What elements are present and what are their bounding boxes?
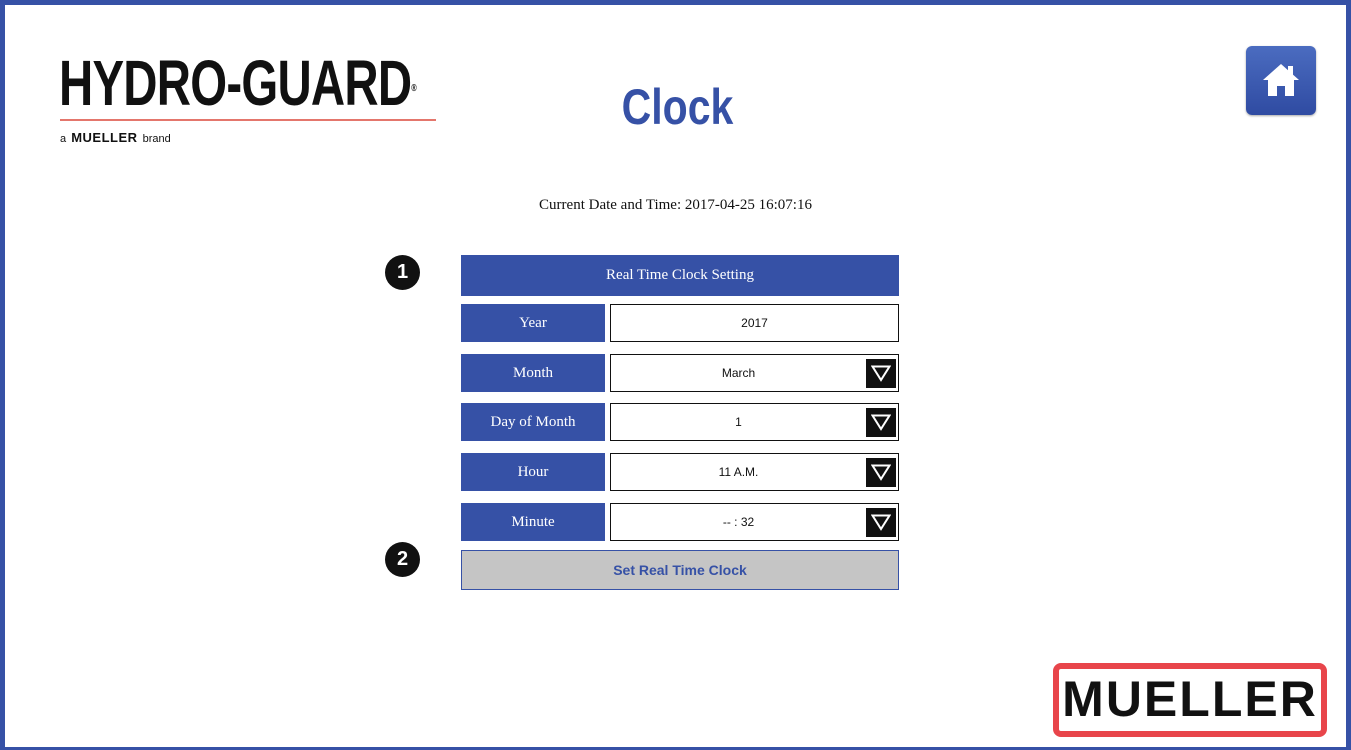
callout-badge-1: 1 xyxy=(385,255,420,290)
day-select[interactable]: 1 xyxy=(610,403,899,441)
minute-select[interactable]: -- : 32 xyxy=(610,503,899,541)
dropdown-button[interactable] xyxy=(866,508,896,537)
year-input[interactable]: 2017 xyxy=(610,304,899,342)
chevron-down-icon xyxy=(871,464,891,481)
home-button[interactable] xyxy=(1246,46,1316,115)
month-select[interactable]: March xyxy=(610,354,899,392)
registered-mark: ® xyxy=(411,83,417,94)
hour-label: Hour xyxy=(461,453,605,491)
day-value: 1 xyxy=(735,415,742,429)
minute-label: Minute xyxy=(461,503,605,541)
dropdown-button[interactable] xyxy=(866,408,896,437)
hydro-guard-logo: HYDRO-GUARD® a MUELLER brand xyxy=(59,51,459,145)
hour-value: 11 A.M. xyxy=(718,465,759,479)
logo-underline xyxy=(60,119,436,121)
set-clock-button[interactable]: Set Real Time Clock xyxy=(461,550,899,590)
day-label: Day of Month xyxy=(461,403,605,441)
dropdown-button[interactable] xyxy=(866,359,896,388)
year-value: 2017 xyxy=(741,316,768,330)
logo-text: HYDRO-GUARD xyxy=(59,47,412,119)
logo-tagline: a MUELLER brand xyxy=(60,130,171,145)
callout-badge-2: 2 xyxy=(385,542,420,577)
mueller-logo: MUELLER xyxy=(1053,663,1327,737)
app-frame: HYDRO-GUARD® a MUELLER brand Clock Curre… xyxy=(0,0,1351,750)
page-title: Clock xyxy=(621,79,734,135)
dropdown-button[interactable] xyxy=(866,458,896,487)
chevron-down-icon xyxy=(871,414,891,431)
month-label: Month xyxy=(461,354,605,392)
home-icon xyxy=(1263,64,1299,96)
section-header: Real Time Clock Setting xyxy=(461,255,899,296)
hour-select[interactable]: 11 A.M. xyxy=(610,453,899,491)
year-label: Year xyxy=(461,304,605,342)
current-datetime: Current Date and Time: 2017-04-25 16:07:… xyxy=(539,197,812,213)
chevron-down-icon xyxy=(871,365,891,382)
chevron-down-icon xyxy=(871,514,891,531)
minute-value: -- : 32 xyxy=(722,515,755,529)
month-value: March xyxy=(721,366,756,380)
